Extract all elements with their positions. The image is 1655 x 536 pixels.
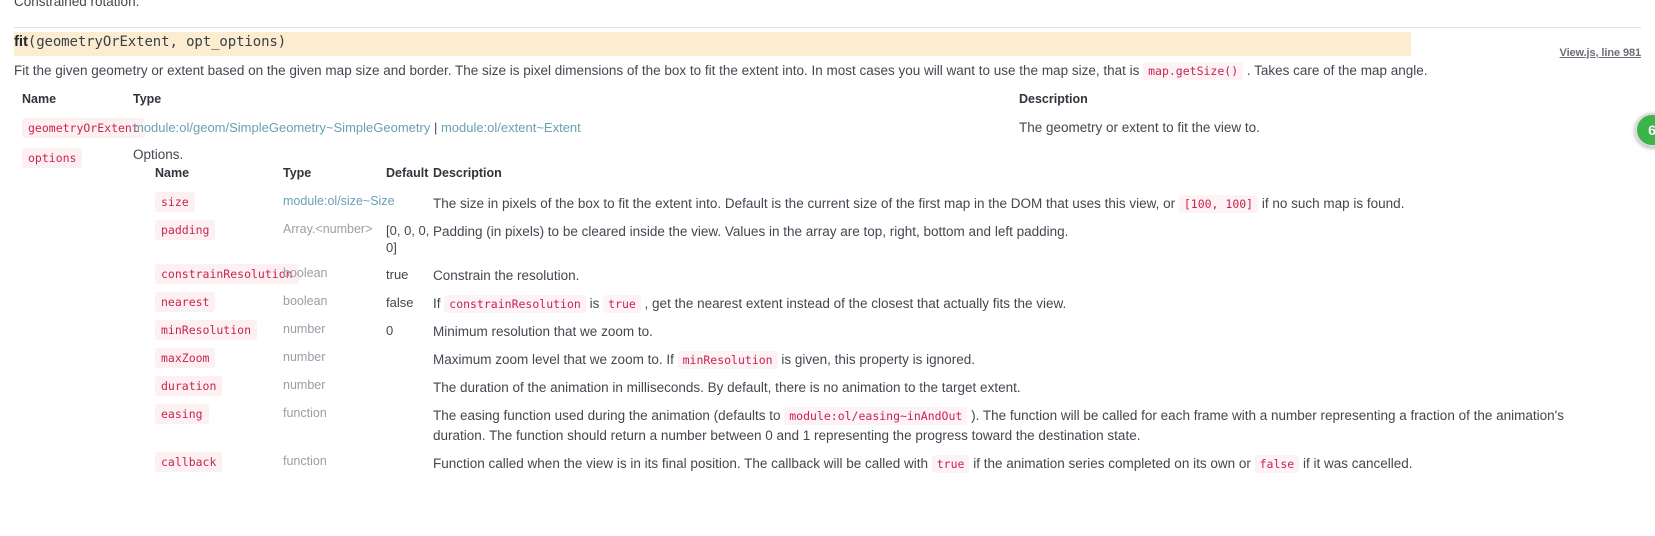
truncated-previous-text: Constrained rotation. [14,0,140,9]
desc-part-mid: is [585,296,604,311]
function-summary: Fit the given geometry or extent based o… [14,62,1641,80]
option-default-constrainresolution: true [386,267,409,282]
options-body: Options. Name Type Default Description s… [133,147,1641,478]
options-row-minresolution: minResolution number 0 Minimum resolutio… [138,316,1641,344]
inline-code-minresolution: minResolution [677,351,778,369]
option-name-padding: padding [155,220,216,240]
parameters-table-header: Name Type Description [14,92,1641,112]
parameters-table: Name Type Description geometryOrExtent m… [14,92,1641,473]
options-row-size: size module:ol/size~Size The size in pix… [138,188,1641,216]
option-type-duration: number [283,378,326,392]
option-default-padding: [0, 0, 0, 0] [386,223,430,255]
option-description-maxzoom: Maximum zoom level that we zoom to. If m… [433,350,975,370]
option-type-size: module:ol/size~Size [283,194,395,208]
option-name-minresolution: minResolution [155,320,258,340]
option-name-size: size [155,192,195,212]
header-name: Name [22,92,57,106]
option-type-constrainresolution: boolean [283,266,328,280]
options-row-duration: duration number The duration of the anim… [138,372,1641,400]
option-description-easing: The easing function used during the anim… [433,406,1578,445]
desc-part-mid: if the animation series completed on its… [969,456,1255,471]
option-name-constrainresolution: constrainResolution [155,264,299,284]
option-name-callback: callback [155,452,223,472]
option-description-duration: The duration of the animation in millise… [433,380,1021,395]
options-header-name: Name [155,166,190,180]
type-link-extent[interactable]: module:ol/extent~Extent [441,120,581,135]
inline-code-100-100: [100, 100] [1178,195,1259,213]
option-name-nearest: nearest [155,292,216,312]
param-description-geometryorextent: The geometry or extent to fit the view t… [1019,120,1260,135]
options-row-maxzoom: maxZoom number Maximum zoom level that w… [138,344,1641,372]
function-name: fit [14,33,28,50]
function-signature: fit(geometryOrExtent, opt_options) [14,33,286,50]
summary-text-part2: . Takes care of the map angle. [1243,63,1428,78]
option-description-minresolution: Minimum resolution that we zoom to. [433,324,653,339]
param-name-geometryorextent: geometryOrExtent [22,118,145,138]
type-separator: | [430,120,441,135]
options-table-header: Name Type Default Description [138,166,1641,188]
param-type-cell: module:ol/geom/SimpleGeometry~SimpleGeom… [133,120,581,135]
option-name-easing: easing [155,404,209,424]
options-header-default: Default [386,166,429,180]
desc-part-a: Function called when the view is in its … [433,456,932,471]
option-type-minresolution: number [283,322,326,336]
options-header-description: Description [433,166,502,180]
option-description-padding: Padding (in pixels) to be cleared inside… [433,224,1069,239]
table-row-geometryorextent: geometryOrExtent module:ol/geom/SimpleGe… [14,112,1641,142]
header-description: Description [1019,92,1088,106]
summary-text-part1: Fit the given geometry or extent based o… [14,63,1144,78]
desc-part-a: The easing function used during the anim… [433,408,785,423]
inline-code-true: true [603,295,641,313]
type-link-size[interactable]: module:ol/size~Size [283,194,395,208]
function-params: (geometryOrExtent, opt_options) [27,34,287,50]
options-row-nearest: nearest boolean false If constrainResolu… [138,288,1641,316]
type-link-simplegeometry[interactable]: module:ol/geom/SimpleGeometry~SimpleGeom… [133,120,430,135]
option-name-duration: duration [155,376,223,396]
option-description-constrainresolution: Constrain the resolution. [433,268,580,283]
inline-code-true: true [931,455,970,473]
option-type-padding: Array.<number> [283,222,373,236]
options-row-padding: padding Array.<number> [0, 0, 0, 0] Padd… [138,216,1641,260]
options-row-callback: callback function Function called when t… [138,448,1641,478]
option-type-maxzoom: number [283,350,326,364]
param-name-badge-options: options [22,148,83,168]
option-type-callback: function [283,454,327,468]
option-name-maxzoom: maxZoom [155,348,216,368]
inline-code-map-getsize: map.getSize() [1143,62,1244,80]
options-row-constrainresolution: constrainResolution boolean true Constra… [138,260,1641,288]
api-doc-page: Constrained rotation. fit(geometryOrExte… [0,0,1655,536]
desc-part-a: The size in pixels of the box to fit the… [433,196,1179,211]
options-header-type: Type [283,166,312,180]
header-type: Type [133,92,162,106]
option-description-size: The size in pixels of the box to fit the… [433,194,1404,214]
options-sub-table: Name Type Default Description size modul… [138,166,1641,478]
inline-code-constrainresolution: constrainResolution [444,295,586,313]
option-default-nearest: false [386,295,414,310]
inline-code-false: false [1254,455,1300,473]
desc-part-a: If [433,296,445,311]
options-label: Options. [133,147,184,162]
section-divider [14,27,1641,28]
param-name-options: options [22,148,83,168]
desc-part-b: if it was cancelled. [1299,456,1413,471]
desc-part-b: , get the nearest extent instead of the … [640,296,1067,311]
option-default-minresolution: 0 [386,323,394,338]
option-description-callback: Function called when the view is in its … [433,454,1413,474]
desc-part-b: is given, this property is ignored. [777,352,975,367]
inline-code-easing-inandout: module:ol/easing~inAndOut [784,407,968,425]
options-row-easing: easing function The easing function used… [138,400,1641,448]
desc-part-a: Maximum zoom level that we zoom to. If [433,352,678,367]
option-type-easing: function [283,406,327,420]
option-type-nearest: boolean [283,294,328,308]
source-file-link[interactable]: View.js, line 981 [1560,47,1642,59]
option-description-nearest: If constrainResolution is true , get the… [433,294,1066,314]
desc-part-b: if no such map is found. [1258,196,1405,211]
param-name-badge: geometryOrExtent [22,118,145,138]
